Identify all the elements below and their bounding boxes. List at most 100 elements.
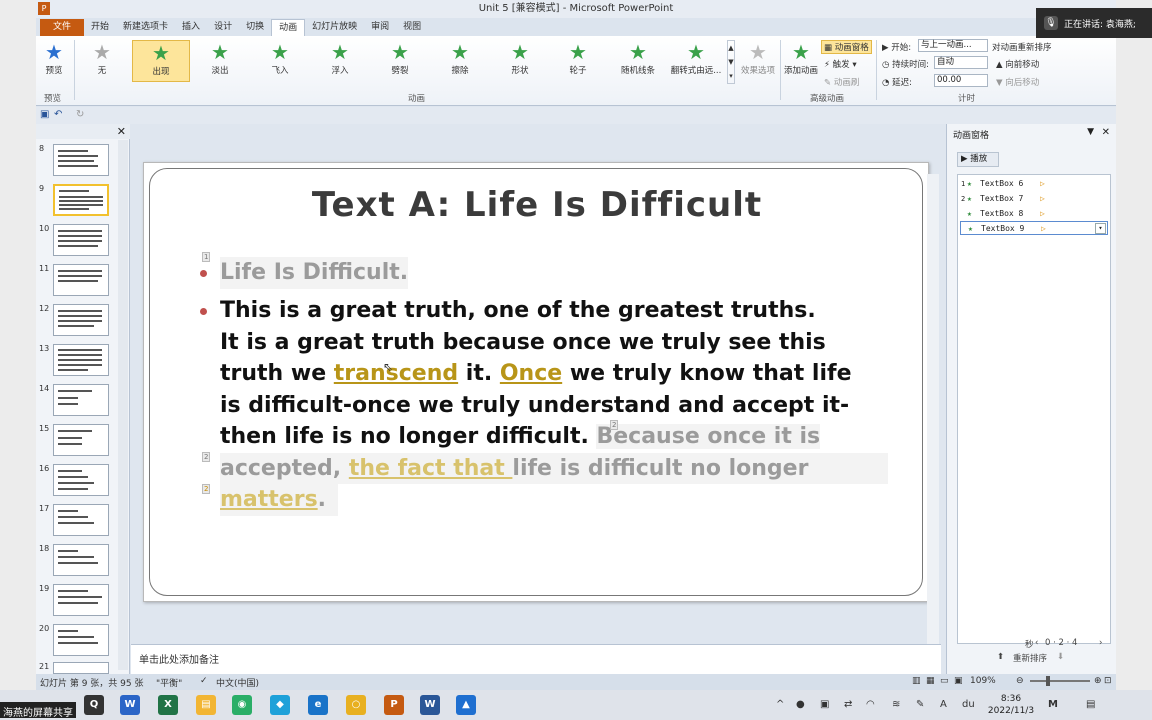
- slide-thumbnail[interactable]: 20: [39, 624, 111, 658]
- animation-item[interactable]: 2 ★ TextBox 7 ▷: [960, 192, 1108, 206]
- app-icon[interactable]: W: [120, 695, 140, 715]
- microphone-icon[interactable]: ●: [796, 699, 805, 710]
- tab-view[interactable]: 视图: [396, 19, 428, 36]
- ime-icon[interactable]: M: [1048, 699, 1058, 710]
- chrome-icon[interactable]: ○: [346, 695, 366, 715]
- paragraph-1[interactable]: Life Is Difficult.: [220, 257, 409, 289]
- pane-options-icon[interactable]: ▼: [1087, 127, 1094, 137]
- slide-thumbnail[interactable]: 12: [39, 304, 111, 338]
- slide-thumbnail[interactable]: 19: [39, 584, 111, 618]
- tab-review[interactable]: 审阅: [364, 19, 396, 36]
- slide-thumbnail-selected[interactable]: 9: [39, 184, 111, 218]
- edge-icon[interactable]: e: [308, 695, 328, 715]
- slide-thumbnail[interactable]: 8: [39, 144, 111, 178]
- notes-pane[interactable]: 单击此处添加备注: [131, 644, 941, 674]
- chevron-down-icon[interactable]: ▾: [1095, 223, 1106, 234]
- wechat-icon[interactable]: ◉: [232, 695, 252, 715]
- effect-wipe[interactable]: ★ 擦除: [436, 40, 484, 82]
- slide-thumbnail[interactable]: 11: [39, 264, 111, 298]
- effect-random-bars[interactable]: ★ 随机线条: [612, 40, 664, 82]
- save-icon[interactable]: ▣: [40, 109, 49, 120]
- effect-split[interactable]: ★ 劈裂: [376, 40, 424, 82]
- effect-none[interactable]: ★ 无: [80, 40, 124, 82]
- tab-slideshow[interactable]: 幻灯片放映: [305, 19, 364, 36]
- reading-view-icon[interactable]: ▭: [940, 676, 949, 686]
- close-icon[interactable]: ✕: [117, 125, 126, 138]
- slideshow-icon[interactable]: ▣: [954, 676, 963, 686]
- tab-new[interactable]: 新建选项卡: [116, 19, 175, 36]
- slide-thumbnail[interactable]: 13: [39, 344, 111, 378]
- effect-appear[interactable]: ★ 出现: [132, 40, 190, 82]
- tab-design[interactable]: 设计: [207, 19, 239, 36]
- word-icon[interactable]: W: [420, 695, 440, 715]
- tab-transitions[interactable]: 切换: [239, 19, 271, 36]
- move-later-button[interactable]: ▼ 向后移动: [996, 76, 1039, 88]
- close-icon[interactable]: ✕: [1102, 127, 1110, 138]
- undo-icon[interactable]: ↶: [54, 109, 62, 120]
- reorder-up-icon[interactable]: ⬆: [997, 652, 1004, 662]
- slide-thumbnail[interactable]: 15: [39, 424, 111, 458]
- effect-wheel[interactable]: ★ 轮子: [554, 40, 602, 82]
- redo-icon[interactable]: ↻: [76, 109, 84, 120]
- tab-file[interactable]: 文件: [40, 19, 85, 36]
- powerpoint-icon[interactable]: P: [384, 695, 404, 715]
- fit-slide-icon[interactable]: ⊡: [1104, 676, 1112, 686]
- effect-fade[interactable]: ★ 淡出: [196, 40, 244, 82]
- effect-shape[interactable]: ★ 形状: [496, 40, 544, 82]
- thumbnails-scrollbar[interactable]: [118, 140, 128, 670]
- zoom-in-icon[interactable]: ⊕: [1094, 676, 1102, 686]
- start-select[interactable]: 与上一动画...: [918, 39, 988, 52]
- delay-field[interactable]: 00.00: [934, 74, 988, 87]
- duration-field[interactable]: 自动: [934, 56, 988, 69]
- pdf-icon[interactable]: ▣: [820, 699, 829, 710]
- folder-icon[interactable]: ▤: [196, 695, 216, 715]
- taskbar-clock[interactable]: 8:36 2022/11/3: [984, 693, 1038, 717]
- gallery-scroll[interactable]: ▲ ▼ ▾: [727, 40, 735, 84]
- reorder-down-icon[interactable]: ⬇: [1057, 652, 1064, 662]
- slide-vertical-scrollbar[interactable]: [927, 174, 939, 644]
- language[interactable]: 中文(中国): [216, 676, 259, 689]
- qq-icon[interactable]: Q: [84, 695, 104, 715]
- animation-pane-button[interactable]: ▦ 动画窗格: [821, 40, 872, 54]
- tab-animations[interactable]: 动画: [271, 19, 306, 36]
- zoom-slider[interactable]: [1030, 680, 1090, 682]
- preview-button[interactable]: ★ 预览: [40, 40, 68, 82]
- tool-icon[interactable]: ✎: [916, 699, 924, 710]
- play-button[interactable]: ▶ 播放: [957, 152, 999, 167]
- tab-insert[interactable]: 插入: [175, 19, 207, 36]
- tab-home[interactable]: 开始: [84, 19, 116, 36]
- zoom-out-icon[interactable]: ⊖: [1016, 676, 1024, 686]
- slide-thumbnail[interactable]: 18: [39, 544, 111, 578]
- notification-icon[interactable]: ▤: [1086, 699, 1095, 710]
- effect-float-in[interactable]: ★ 浮入: [316, 40, 364, 82]
- normal-view-icon[interactable]: ▥: [912, 676, 921, 686]
- slide-sorter-icon[interactable]: ▦: [926, 676, 935, 686]
- wifi-icon[interactable]: ≋: [892, 699, 900, 710]
- spellcheck-icon[interactable]: ✓: [200, 676, 208, 686]
- timeline-next-icon[interactable]: ›: [1099, 638, 1102, 648]
- zoom-slider-knob[interactable]: [1046, 676, 1050, 686]
- slide-thumbnail[interactable]: 17: [39, 504, 111, 538]
- slide-title[interactable]: Text A: Life Is Difficult: [144, 185, 930, 225]
- effect-grow-turn[interactable]: ★ 翻转式由远...: [668, 40, 724, 82]
- add-animation-button[interactable]: ★ 添加动画: [782, 40, 820, 82]
- photos-icon[interactable]: ▲: [456, 695, 476, 715]
- animation-item[interactable]: 1 ★ TextBox 6 ▷: [960, 177, 1108, 191]
- animation-item[interactable]: ★ TextBox 8 ▷: [960, 207, 1108, 221]
- app-icon[interactable]: ◆: [270, 695, 290, 715]
- paragraph-2[interactable]: This is a great truth, one of the greate…: [220, 295, 920, 516]
- tray-expand-icon[interactable]: ^: [776, 699, 784, 710]
- effect-fly-in[interactable]: ★ 飞入: [256, 40, 304, 82]
- slide-thumbnail[interactable]: 21: [39, 662, 111, 674]
- animation-painter-button[interactable]: ✎ 动画刷: [824, 76, 859, 88]
- effect-options-button[interactable]: ★ 效果选项: [738, 40, 778, 82]
- animation-item-selected[interactable]: ★ TextBox 9 ▷ ▾: [960, 221, 1108, 235]
- baidu-icon[interactable]: du: [962, 699, 975, 710]
- zoom-level[interactable]: 109%: [970, 676, 996, 686]
- microphone-icon[interactable]: 🎙: [1044, 16, 1058, 30]
- slide-thumbnail[interactable]: 14: [39, 384, 111, 418]
- timeline-prev-icon[interactable]: ‹: [1035, 638, 1038, 648]
- font-icon[interactable]: A: [940, 699, 947, 710]
- slide-thumbnail[interactable]: 10: [39, 224, 111, 258]
- excel-icon[interactable]: X: [158, 695, 178, 715]
